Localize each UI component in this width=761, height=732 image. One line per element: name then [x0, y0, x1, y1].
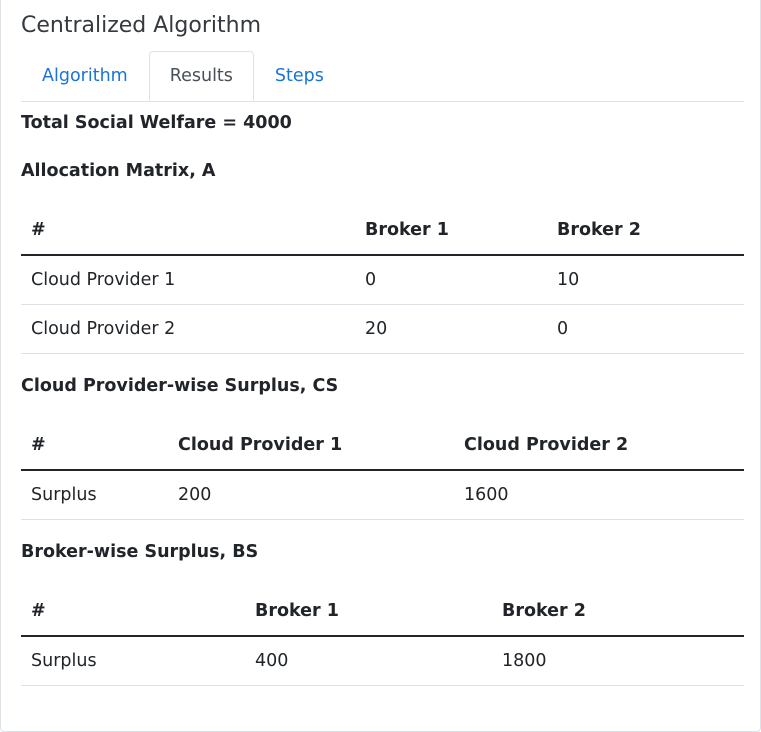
table-cell: 200 — [168, 470, 454, 520]
table-row: Surplus 200 1600 — [21, 470, 744, 520]
row-label: Surplus — [21, 470, 168, 520]
allocation-matrix-table: # Broker 1 Broker 2 Cloud Provider 1 0 1… — [21, 205, 744, 354]
column-header: Broker 1 — [245, 586, 492, 637]
row-label: Cloud Provider 2 — [21, 304, 355, 354]
cloud-surplus-table: # Cloud Provider 1 Cloud Provider 2 Surp… — [21, 420, 744, 520]
column-header: # — [21, 420, 168, 471]
table-cell: 0 — [355, 255, 547, 305]
table-cell: 20 — [355, 304, 547, 354]
column-header: Cloud Provider 2 — [454, 420, 744, 471]
tab-algorithm[interactable]: Algorithm — [21, 51, 149, 100]
table-row: Cloud Provider 2 20 0 — [21, 304, 744, 354]
table-cell: 0 — [547, 304, 744, 354]
table-row: Cloud Provider 1 0 10 — [21, 255, 744, 305]
total-social-welfare: Total Social Welfare = 4000 — [21, 113, 292, 133]
table-cell: 400 — [245, 636, 492, 686]
column-header: Broker 1 — [355, 205, 547, 256]
tab-results[interactable]: Results — [148, 51, 254, 101]
row-label: Cloud Provider 1 — [21, 255, 355, 305]
column-header: Broker 2 — [492, 586, 744, 637]
tab-steps[interactable]: Steps — [254, 51, 345, 100]
column-header: # — [21, 205, 355, 256]
table-row: Surplus 400 1800 — [21, 636, 744, 686]
column-header: Cloud Provider 1 — [168, 420, 454, 471]
cloud-surplus-title: Cloud Provider-wise Surplus, CS — [21, 376, 339, 396]
allocation-matrix-title: Allocation Matrix, A — [21, 161, 216, 181]
tab-bar: Algorithm Results Steps — [21, 51, 744, 102]
broker-surplus-table: # Broker 1 Broker 2 Surplus 400 1800 — [21, 586, 744, 686]
table-cell: 1600 — [454, 470, 744, 520]
row-label: Surplus — [21, 636, 245, 686]
broker-surplus-title: Broker-wise Surplus, BS — [21, 542, 259, 562]
table-cell: 10 — [547, 255, 744, 305]
table-cell: 1800 — [492, 636, 744, 686]
column-header: Broker 2 — [547, 205, 744, 256]
results-card: Centralized Algorithm Algorithm Results … — [0, 0, 761, 732]
table-header-row: # Broker 1 Broker 2 — [21, 205, 744, 256]
card-title: Centralized Algorithm — [21, 13, 262, 38]
column-header: # — [21, 586, 245, 637]
table-header-row: # Broker 1 Broker 2 — [21, 586, 744, 637]
table-header-row: # Cloud Provider 1 Cloud Provider 2 — [21, 420, 744, 471]
